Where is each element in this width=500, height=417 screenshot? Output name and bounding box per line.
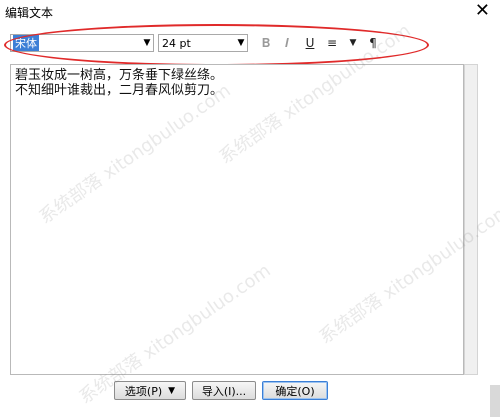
font-family-select[interactable]: 宋体 ▼ [10,34,154,52]
paragraph-icon[interactable]: ¶ [365,35,381,51]
import-label: 导入(I)... [201,384,247,398]
vertical-scrollbar[interactable] [464,64,478,375]
align-dropdown-icon[interactable]: ▼ [345,35,361,51]
font-family-value: 宋体 [13,35,39,51]
toolbar: 宋体 ▼ 24 pt ▼ 𝐁 𝑰 U ≡ ▼ ¶ [0,26,500,62]
close-icon[interactable]: ✕ [475,0,490,22]
import-button[interactable]: 导入(I)... [192,381,256,400]
text-line: 不知细叶谁裁出，二月春风似剪刀。 [15,83,224,98]
chevron-down-icon[interactable]: ▼ [235,38,247,48]
italic-icon[interactable]: 𝑰 [279,35,295,51]
underline-icon[interactable]: U [302,35,318,51]
bold-icon[interactable]: 𝐁 [258,35,274,51]
chevron-down-icon: ▼ [168,385,176,396]
chevron-down-icon[interactable]: ▼ [141,38,153,48]
background-strip [490,385,500,417]
ok-button[interactable]: 确定(O) [262,381,328,400]
window-title: 编辑文本 [5,6,54,20]
ok-label: 确定(O) [275,384,315,398]
options-button[interactable]: 选项(P) ▼ [114,381,186,400]
text-editor[interactable]: 碧玉妆成一树高，万条垂下绿丝绦。 不知细叶谁裁出，二月春风似剪刀。 [10,64,464,375]
font-size-value: 24 pt [162,36,191,50]
font-size-select[interactable]: 24 pt ▼ [158,34,248,52]
title-bar: 编辑文本 ✕ [0,0,500,24]
options-label: 选项(P) [124,384,163,398]
align-icon[interactable]: ≡ [324,35,340,51]
text-line: 碧玉妆成一树高，万条垂下绿丝绦。 [15,68,224,83]
